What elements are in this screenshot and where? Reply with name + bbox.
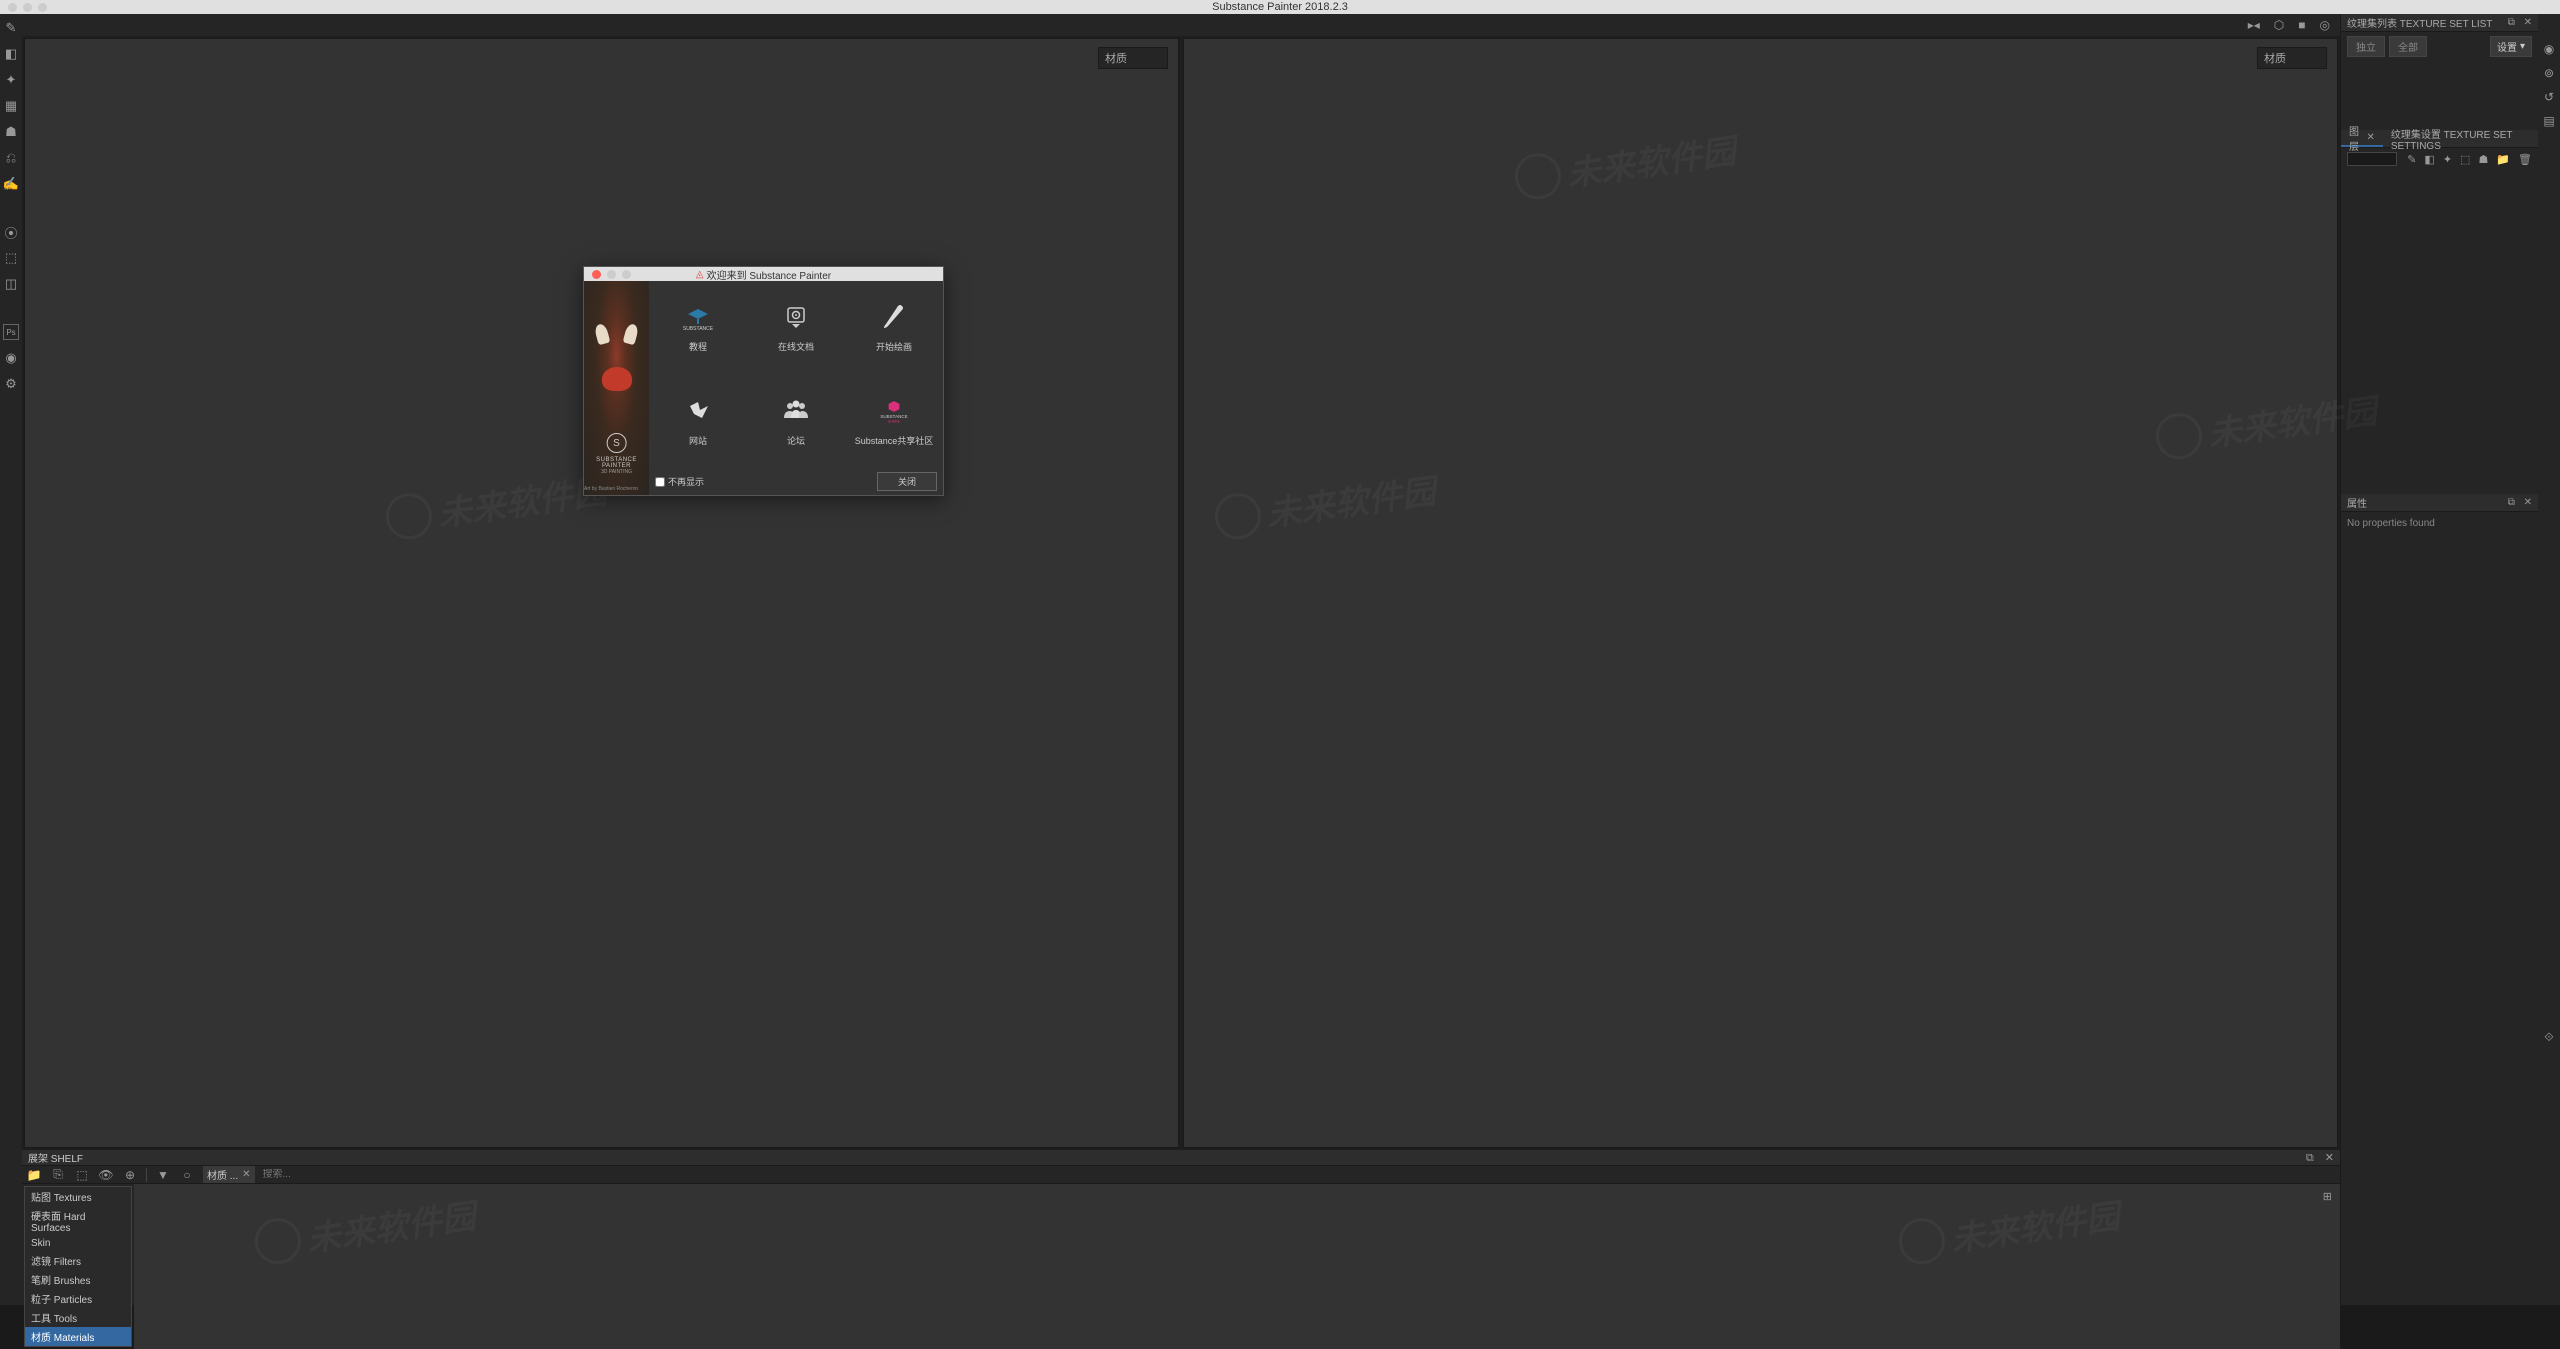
settings-icon[interactable]: ⚙ — [3, 376, 19, 392]
add-layer-icon[interactable]: ⬚ — [2460, 153, 2470, 166]
symmetry-icon[interactable]: ▸◂ — [2248, 18, 2260, 32]
welcome-docs-button[interactable]: 在线文档 — [747, 281, 845, 375]
viewport-3d[interactable]: 材质 未来软件园 — [24, 38, 1179, 1148]
shelf-title: 展架 SHELF — [28, 1150, 83, 1165]
eraser-tool-icon[interactable]: ◧ — [3, 46, 19, 62]
welcome-title: ◬ 欢迎来到 Substance Painter — [584, 267, 943, 282]
projection-tool-icon[interactable]: ✦ — [3, 72, 19, 88]
particle-tool-icon[interactable]: ⦿ — [3, 224, 19, 240]
grid-view-icon[interactable]: ⊞ — [2323, 1190, 2332, 1203]
prop-close-icon[interactable]: ✕ — [2524, 497, 2532, 508]
shelf-category-item[interactable]: 贴图 Textures — [25, 1187, 131, 1206]
tsl-close-icon[interactable]: ✕ — [2524, 17, 2532, 28]
welcome-start-button[interactable]: 开始绘画 — [845, 281, 943, 375]
shelf-category-item[interactable]: 滤镜 Filters — [25, 1251, 131, 1270]
properties-title: 属性 — [2347, 495, 2367, 510]
add-group-icon[interactable]: ☗ — [2478, 153, 2488, 166]
scope-icon[interactable]: ○ — [179, 1168, 195, 1182]
fill-tool-icon[interactable]: ▦ — [3, 98, 19, 114]
prop-popout-icon[interactable]: ⧉ — [2508, 497, 2515, 508]
welcome-tutorial-button[interactable]: SUBSTANCE 教程 — [649, 281, 747, 375]
shelf-search-input[interactable] — [263, 1169, 383, 1180]
main-titlebar: Substance Painter 2018.2.3 — [0, 0, 2560, 14]
shelf-panel: 展架 SHELF ⧉ ✕ 📁 ⎘ ⬚ 👁 ⊕ ▼ ○ 材质 ... ✕ — [22, 1150, 2340, 1305]
viewport-2d-label[interactable]: 材质 — [2257, 47, 2327, 69]
add-folder-icon[interactable]: 📁 — [2496, 153, 2510, 166]
tab-close-icon[interactable]: ✕ — [2366, 132, 2374, 143]
viewport-mode-toolbar: ▸◂ ⬡ ■ ◎ — [22, 14, 2340, 36]
shelf-close-icon[interactable]: ✕ — [2325, 1152, 2334, 1164]
welcome-artwork: S SUBSTANCE PAINTER 3D PAINTING Art by B… — [584, 281, 649, 495]
brush-tool-icon[interactable]: ✎ — [3, 20, 19, 36]
texture-set-list-title: 纹理集列表 TEXTURE SET LIST — [2347, 15, 2492, 30]
add-fill-icon[interactable]: ✦ — [2443, 153, 2452, 166]
svg-text:SHARE: SHARE — [888, 419, 901, 423]
shelf-category-item[interactable]: 粒子 Particles — [25, 1289, 131, 1308]
shelf-categories: 贴图 Textures硬表面 Hard SurfacesSkin滤镜 Filte… — [24, 1186, 132, 1347]
svg-text:SUBSTANCE: SUBSTANCE — [880, 414, 907, 419]
import-icon[interactable]: ⬚ — [74, 1168, 90, 1182]
tsl-popout-icon[interactable]: ⧉ — [2508, 17, 2515, 28]
shelf-content[interactable]: ⊞ 未来软件园 未来软件园 — [134, 1184, 2340, 1349]
add-mask-icon[interactable]: ◧ — [2424, 153, 2434, 166]
material-picker-icon[interactable]: ✍ — [3, 176, 19, 192]
select-tool-icon[interactable]: ◫ — [3, 276, 19, 292]
add-effect-icon[interactable]: ✎ — [2407, 153, 2416, 166]
all-button[interactable]: 全部 — [2389, 36, 2427, 57]
filter-tag: 材质 ... ✕ — [203, 1166, 255, 1183]
shelf-category-item[interactable]: 材质 Materials — [25, 1327, 131, 1346]
folder-icon[interactable]: 📁 — [26, 1168, 42, 1182]
photoshop-icon[interactable]: Ps — [3, 324, 19, 340]
shelf-popout-icon[interactable]: ⧉ — [2306, 1152, 2314, 1164]
history-icon[interactable]: ↺ — [2544, 90, 2554, 104]
shelf-category-item[interactable]: Skin — [25, 1236, 131, 1251]
new-icon[interactable]: ⎘ — [50, 1167, 66, 1182]
tab-layers[interactable]: 图层 ✕ — [2341, 130, 2383, 147]
properties-empty-text: No properties found — [2341, 512, 2538, 535]
solo-button[interactable]: 独立 — [2347, 36, 2385, 57]
display-settings-icon[interactable]: ◉ — [2544, 42, 2554, 56]
shelf-category-item[interactable]: 工具 Tools — [25, 1308, 131, 1327]
settings-dropdown[interactable]: 设置 ▾ — [2490, 36, 2532, 57]
hide-icon[interactable]: 👁 — [98, 1168, 114, 1182]
viewport-2d[interactable]: 材质 未来软件园 未来软件园 未来软件园 — [1183, 38, 2338, 1148]
log-icon[interactable]: ▤ — [2543, 114, 2554, 128]
welcome-share-button[interactable]: SUBSTANCESHARE Substance共享社区 — [845, 375, 943, 469]
camera-icon[interactable]: ■ — [2298, 18, 2305, 32]
dont-show-checkbox[interactable]: 不再显示 — [655, 475, 704, 488]
smudge-tool-icon[interactable]: ☗ — [3, 124, 19, 140]
perspective-icon[interactable]: ⬡ — [2274, 18, 2284, 32]
render-icon[interactable]: ◎ — [2320, 18, 2330, 32]
welcome-dialog: ◬ 欢迎来到 Substance Painter S SUBSTANCE PAI… — [583, 266, 944, 496]
shader-settings-icon[interactable]: ⊚ — [2544, 66, 2554, 80]
welcome-close-button[interactable]: 关闭 — [877, 472, 937, 491]
layer-toolbar: ✎ ◧ ✦ ⬚ ☗ 📁 🗑 — [2341, 148, 2538, 170]
mask-tool-icon[interactable]: ⬚ — [3, 250, 19, 266]
viewport-3d-label[interactable]: 材质 — [1098, 47, 1168, 69]
iray-icon[interactable]: ◉ — [3, 350, 19, 366]
delete-icon[interactable]: 🗑 — [2518, 153, 2532, 166]
svg-text:SUBSTANCE: SUBSTANCE — [683, 326, 714, 332]
tab-texture-set-settings[interactable]: 纹理集设置 TEXTURE SET SETTINGS — [2383, 130, 2538, 147]
add-icon[interactable]: ⊕ — [122, 1168, 138, 1182]
tag-remove-icon[interactable]: ✕ — [242, 1169, 250, 1180]
shelf-category-item[interactable]: 笔刷 Brushes — [25, 1270, 131, 1289]
left-toolbar: ✎ ◧ ✦ ▦ ☗ ⎌ ✍ ⦿ ⬚ ◫ Ps ◉ ⚙ — [0, 14, 22, 1305]
shelf-category-item[interactable]: 硬表面 Hard Surfaces — [25, 1206, 131, 1236]
welcome-forum-button[interactable]: 论坛 — [747, 375, 845, 469]
app-title: Substance Painter 2018.2.3 — [0, 1, 2560, 13]
welcome-website-button[interactable]: 网站 — [649, 375, 747, 469]
filter-icon[interactable]: ▼ — [155, 1168, 171, 1182]
blend-mode-dropdown[interactable] — [2347, 152, 2397, 166]
adjust-icon[interactable]: ⟐ — [2544, 1030, 2553, 1045]
right-toolbar: ◉ ⊚ ↺ ▤ ⟐ — [2538, 14, 2560, 1305]
clone-tool-icon[interactable]: ⎌ — [3, 150, 19, 166]
